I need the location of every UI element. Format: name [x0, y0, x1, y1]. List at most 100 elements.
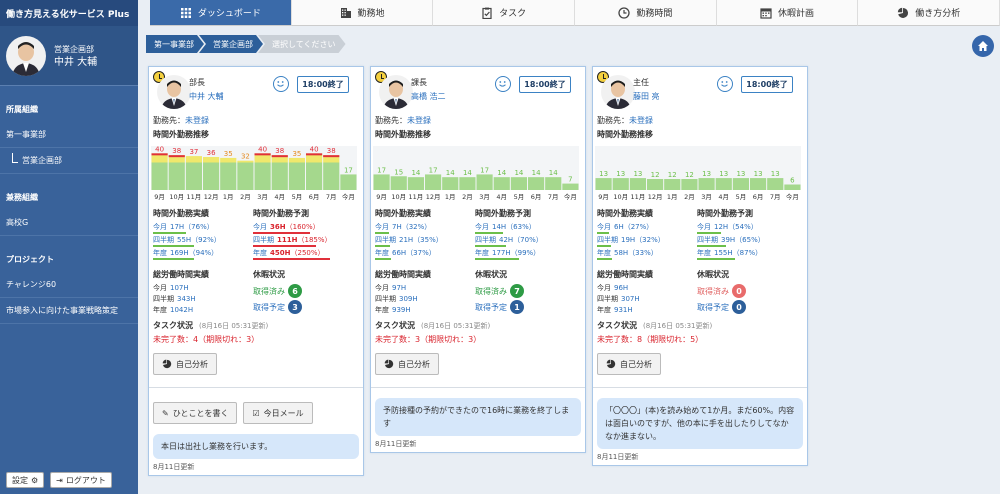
chart-tick-label: 1月 [445, 193, 456, 201]
post-comment-button[interactable]: ✎ ひとことを書く [153, 402, 238, 424]
member-name[interactable]: 中井 大輔 [189, 91, 224, 102]
progress-underline [597, 245, 612, 247]
home-button[interactable] [972, 35, 994, 57]
tab-1[interactable]: 勤務地 [291, 0, 434, 26]
member-role: 部長 [189, 78, 205, 87]
chart-tick-label: 5月 [292, 193, 303, 201]
chart-bar [442, 177, 459, 190]
vacation-row: 取得済み 6 [253, 283, 353, 299]
progress-underline [253, 258, 297, 260]
chart-data-label: 35 [224, 150, 233, 158]
overtime-trend-chart: 13 9月 13 10月 13 11月 12 12月 12 1月 12 2月 13 3月 13 4月 13 5月 1… [595, 146, 801, 201]
chart-tick-label: 5月 [514, 193, 525, 201]
percent-value: （27%） [623, 223, 654, 231]
chart-bar [732, 178, 749, 190]
self-analysis-button[interactable]: 自己分析 [153, 353, 217, 375]
card-header: 部長中井 大輔 18:00終了 [149, 67, 363, 113]
hours-value: 19H [621, 236, 636, 244]
sidebar-item-label: 第一事業部 [6, 130, 46, 139]
avatar [6, 35, 46, 76]
tree-branch [12, 152, 18, 163]
tab-2[interactable]: タスク [433, 0, 576, 26]
self-analysis-button[interactable]: 自己分析 [597, 353, 661, 375]
hours-value: 309H [399, 295, 418, 303]
end-time-button[interactable]: 18:00終了 [741, 76, 793, 93]
smile-icon[interactable] [495, 76, 511, 92]
breadcrumb-select-placeholder[interactable]: 選択してください [258, 35, 346, 53]
tab-5[interactable]: 働き方分析 [858, 0, 1000, 26]
member-card: 主任 藤田 亮 18:00終了 勤務先：未登録 時間外勤務推移 13 9月 13 10月 13 11… [592, 66, 808, 466]
sidebar-item[interactable]: 市場参入に向けた事業戦略策定 [0, 298, 138, 324]
smile-icon[interactable] [273, 76, 289, 92]
overtime-actual: 時間外勤務実績 今月 7H（32%） 四半期 21H（35%） 年度 66H（37%） [375, 208, 475, 261]
percent-value: （63%） [506, 223, 536, 231]
card-header: 主任 藤田 亮 18:00終了 [593, 67, 807, 113]
total-hours-title: 総労働時間実績 [153, 270, 209, 279]
percent-value: （70%） [513, 236, 543, 244]
tab-0[interactable]: ダッシュボード [150, 0, 292, 26]
progress-underline [697, 245, 726, 247]
metric-row: 四半期 307H [597, 294, 697, 305]
overtime-forecast: 時間外勤務予測 今月 36H（160%） 四半期 111H（185%） 年度 450H（25… [253, 208, 353, 261]
user-name: 中井 大輔 [54, 56, 98, 68]
chart-data-label: 7 [568, 176, 572, 184]
building-icon [340, 7, 352, 19]
sidebar-item[interactable]: チャレンジ60 [0, 272, 138, 298]
member-name[interactable]: 藤田 亮 [633, 91, 660, 102]
chart-bar [288, 157, 305, 190]
end-time-button[interactable]: 18:00終了 [297, 76, 349, 93]
progress-underline [153, 245, 194, 247]
sidebar-item[interactable]: 第一事業部 [0, 122, 138, 148]
workplace-label: 勤務先： [375, 116, 407, 125]
member-name[interactable]: 高橋 浩二 [411, 91, 446, 102]
settings-button[interactable]: 設定 ⚙ [6, 472, 45, 488]
period-label: 年度 [597, 249, 611, 257]
vacation-label: 取得予定 [475, 302, 507, 312]
chart-data-label: 6 [790, 177, 795, 185]
today-mail-button[interactable]: ☑ 今日メール [243, 402, 313, 424]
divider [371, 387, 585, 388]
metric-row: 今月 17H（76%） [153, 222, 253, 235]
workplace-value[interactable]: 未登録 [407, 116, 431, 125]
percent-value: （35%） [413, 236, 443, 244]
workplace-value[interactable]: 未登録 [185, 116, 209, 125]
breadcrumb-item-division[interactable]: 第一事業部 [146, 35, 204, 53]
period-label: 四半期 [697, 236, 718, 244]
chart-tick-label: 9月 [598, 193, 609, 201]
hours-value: 55H [177, 236, 192, 244]
logout-button[interactable]: ⇥ ログアウト [50, 472, 112, 488]
self-analysis-button[interactable]: 自己分析 [375, 353, 439, 375]
chart-data-label: 36 [207, 149, 216, 157]
sidebar-item[interactable]: 高校G [0, 210, 138, 236]
task-updated: (8月16日 05:31更新) [643, 322, 713, 330]
today-mail-label: 今日メール [263, 408, 304, 418]
end-time-button[interactable]: 18:00終了 [519, 76, 571, 93]
smile-icon[interactable] [717, 76, 733, 92]
tab-4[interactable]: 休暇計画 [716, 0, 859, 26]
period-label: 今月 [597, 223, 611, 231]
chart-tick-label: 11月 [409, 193, 424, 201]
metric-row: 今月 14H（63%） [475, 222, 575, 235]
chart-bar [407, 177, 424, 190]
tab-3[interactable]: 勤務時間 [575, 0, 717, 26]
task-incomplete: 未完了数：8（期限切れ：5） [597, 335, 704, 344]
hours-value: 169H [170, 249, 189, 257]
chart-tick-label: 4月 [274, 193, 285, 201]
breadcrumb-item-department[interactable]: 営業企画部 [199, 35, 263, 53]
overtime-actual-title: 時間外勤務実績 [597, 209, 653, 218]
workplace-value[interactable]: 未登録 [629, 116, 653, 125]
period-label: 四半期 [597, 295, 618, 303]
hours-value: 97H [392, 284, 407, 292]
total-hours-title: 総労働時間実績 [597, 270, 653, 279]
chart-tick-label: 6月 [309, 193, 320, 201]
sidebar-item[interactable]: 営業企画部 [0, 148, 138, 174]
overtime-forecast-title: 時間外勤務予測 [475, 209, 531, 218]
hours-value: 42H [499, 236, 514, 244]
sidebar-section-title: 兼務組織 [6, 192, 38, 202]
chart-data-label: 17 [480, 166, 489, 174]
member-card: 部長 中井 大輔 18:00終了 勤務先：未登録 時間外勤務推移 40 9月 38 10月 37 1… [148, 66, 364, 476]
tab-label: 勤務地 [357, 9, 385, 19]
vacation-title: 休暇状況 [253, 270, 285, 279]
chart-data-label: 13 [736, 170, 745, 178]
mail-check-icon: ☑ [252, 408, 260, 418]
